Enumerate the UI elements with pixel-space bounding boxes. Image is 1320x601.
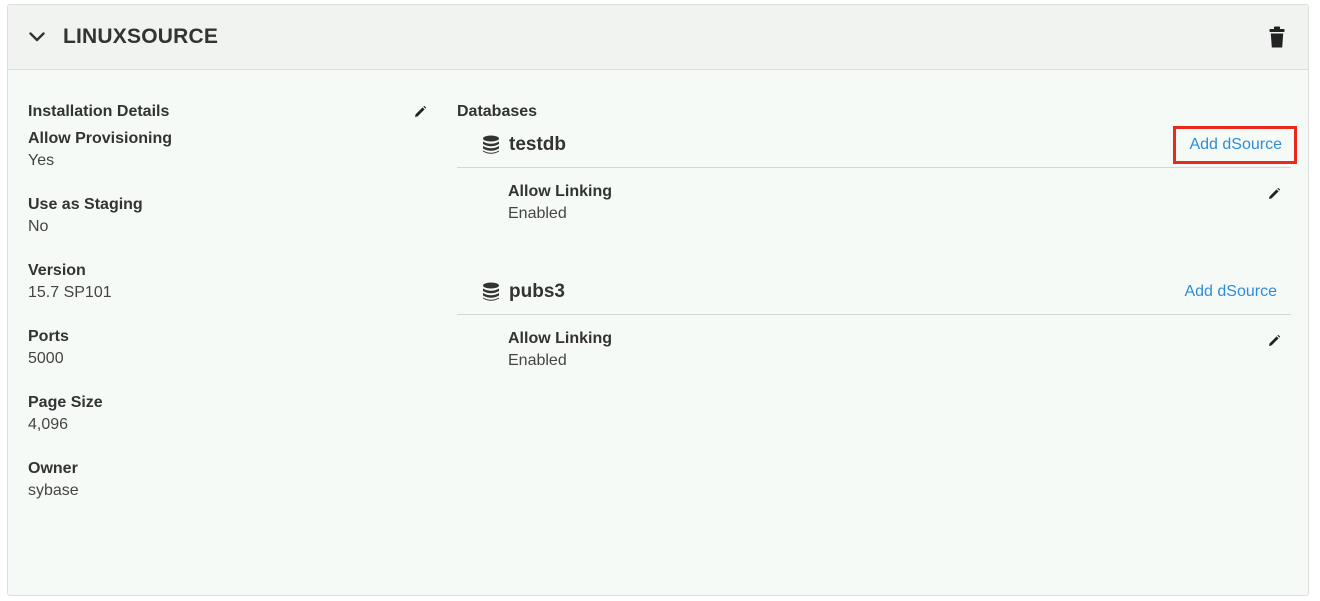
pencil-icon[interactable] xyxy=(1267,187,1281,201)
add-dsource-button[interactable]: Add dSource xyxy=(1176,275,1285,309)
detail-label: Ports xyxy=(28,328,69,345)
detail-value: sybase xyxy=(28,482,79,499)
database-icon xyxy=(482,282,500,302)
detail-value: No xyxy=(28,218,49,235)
detail-value: 5000 xyxy=(28,350,64,367)
panel-body: Installation Details Allow Provisioning … xyxy=(8,70,1308,595)
database-item-testdb: testdb Add dSource Allow Linking Enabled xyxy=(457,123,1297,270)
pencil-icon[interactable] xyxy=(1267,334,1281,348)
chevron-down-icon[interactable] xyxy=(28,28,46,46)
detail-page-size: Page Size 4,096 xyxy=(28,393,438,437)
database-row: pubs3 Add dSource xyxy=(457,270,1291,315)
detail-ports: Ports 5000 xyxy=(28,327,438,371)
detail-allow-provisioning: Allow Provisioning Yes xyxy=(28,129,438,173)
detail-label: Version xyxy=(28,262,86,279)
installation-details: Installation Details Allow Provisioning … xyxy=(28,101,438,503)
trash-icon[interactable] xyxy=(1268,25,1286,49)
pencil-icon[interactable] xyxy=(413,105,427,119)
environment-panel: LINUXSOURCE Installation Details Allow P… xyxy=(7,4,1309,596)
detail-label: Owner xyxy=(28,460,78,477)
detail-version: Version 15.7 SP101 xyxy=(28,261,438,305)
database-row: testdb Add dSource xyxy=(457,123,1297,168)
databases-title: Databases xyxy=(457,103,538,120)
database-details: Allow Linking Enabled xyxy=(457,168,1291,270)
detail-use-as-staging: Use as Staging No xyxy=(28,195,438,239)
detail-value: 4,096 xyxy=(28,416,69,433)
detail-value: Enabled xyxy=(508,205,567,222)
database-details: Allow Linking Enabled xyxy=(457,315,1291,417)
add-dsource-button[interactable]: Add dSource xyxy=(1173,126,1297,164)
detail-label: Page Size xyxy=(28,394,103,411)
detail-value: Enabled xyxy=(508,352,567,369)
databases-section: Databases testdb Add dSource Allow Linki… xyxy=(457,101,1297,417)
installation-details-title: Installation Details xyxy=(28,103,170,120)
panel-title: LINUXSOURCE xyxy=(63,25,219,48)
database-icon xyxy=(482,135,500,155)
detail-label: Allow Provisioning xyxy=(28,130,173,147)
database-item-pubs3: pubs3 Add dSource Allow Linking Enabled xyxy=(457,270,1291,417)
database-name: pubs3 xyxy=(509,281,565,302)
detail-label: Allow Linking xyxy=(508,330,612,347)
detail-label: Allow Linking xyxy=(508,183,612,200)
database-name: testdb xyxy=(509,134,566,155)
detail-value: 15.7 SP101 xyxy=(28,284,112,301)
detail-owner: Owner sybase xyxy=(28,459,438,503)
panel-header: LINUXSOURCE xyxy=(8,5,1308,70)
detail-label: Use as Staging xyxy=(28,196,143,213)
detail-value: Yes xyxy=(28,152,55,169)
